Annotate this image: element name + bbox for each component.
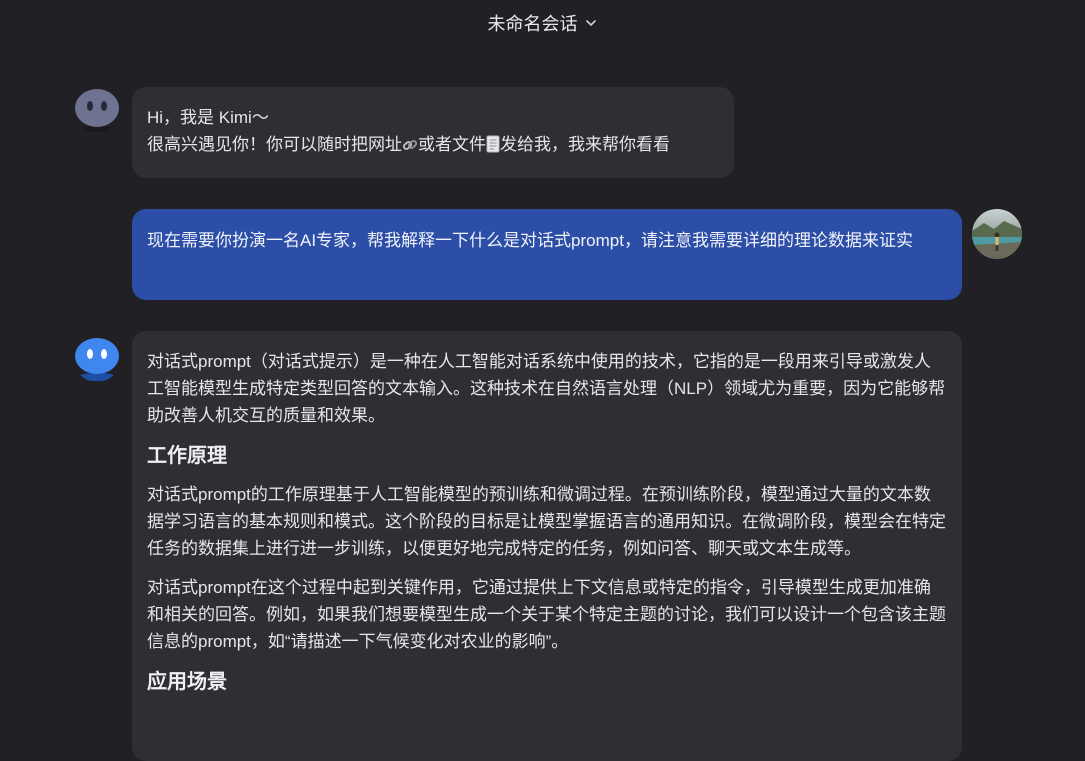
user-message-bubble: 现在需要你扮演一名AI专家，帮我解释一下什么是对话式prompt，请注意我需要详…: [132, 209, 962, 300]
bot-greeting-bubble: Hi，我是 Kimi～ 很高兴遇见你！你可以随时把网址 或者文件 发给我，我来帮你看…: [132, 87, 734, 178]
reply-heading-applications: 应用场景: [147, 671, 227, 693]
reply-heading-principle: 工作原理: [147, 445, 227, 467]
greeting-line-1: Hi，我是 Kimi～: [147, 108, 269, 127]
link-icon: [402, 140, 418, 150]
greeting-line-2: 很高兴遇见你！你可以随时把网址 或者文件 发给我，我来帮你看看: [147, 135, 670, 154]
file-icon: [486, 135, 500, 153]
user-photo-avatar: [972, 209, 1022, 259]
top-bar: 未命名会话: [0, 0, 1085, 46]
chevron-down-icon: [585, 20, 596, 26]
kimi-bot-icon: [75, 338, 119, 381]
conversation-title: 未命名会话: [487, 14, 578, 34]
reply-intro: 对话式prompt（对话式提示）是一种在人工智能对话系统中使用的技术，它指的是一…: [147, 352, 946, 425]
reply-paragraph-1: 对话式prompt的工作原理基于人工智能模型的预训练和微调过程。在预训练阶段，模…: [147, 485, 946, 558]
reply-paragraph-2: 对话式prompt在这个过程中起到关键作用，它通过提供上下文信息或特定的指令，引…: [147, 578, 946, 651]
conversation-title-dropdown[interactable]: 未命名会话: [488, 10, 598, 36]
bot-reply-bubble: 对话式prompt（对话式提示）是一种在人工智能对话系统中使用的技术，它指的是一…: [132, 331, 962, 761]
user-message-text: 现在需要你扮演一名AI专家，帮我解释一下什么是对话式prompt，请注意我需要详…: [147, 231, 913, 250]
kimi-bot-icon: [75, 89, 119, 132]
